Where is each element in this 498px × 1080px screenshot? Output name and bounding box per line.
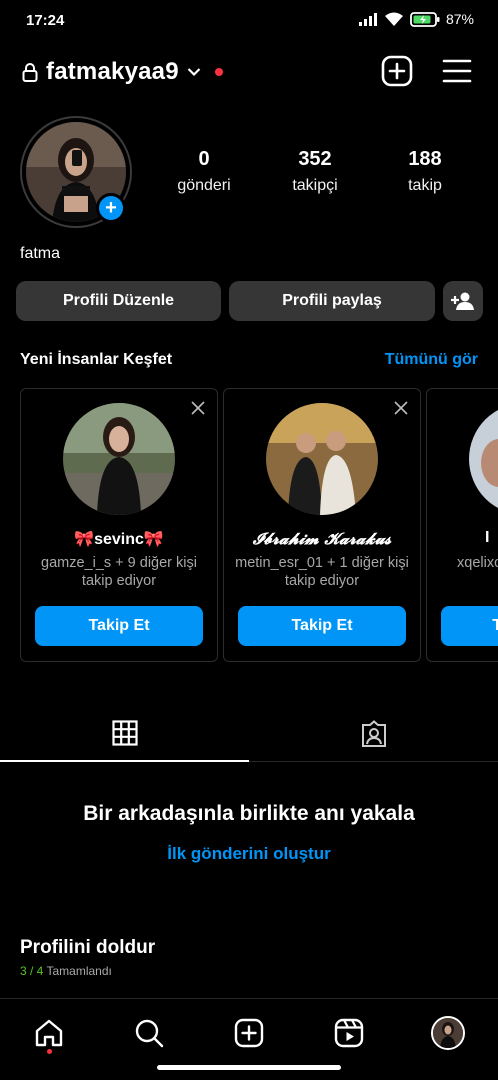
suggestion-mutuals: metin_esr_01 + 1 diğer kişi takip ediyor [235,555,409,589]
following-label: takip [408,177,442,194]
wifi-icon [384,12,403,26]
create-first-post-link[interactable]: İlk gönderini oluştur [0,844,498,864]
avatar [431,1016,465,1050]
share-profile-button[interactable]: Profili paylaş [229,281,435,321]
close-icon [191,401,205,415]
followers-count: 352 [298,148,332,170]
username: fatmakyaa9 [46,58,179,85]
followers-label: takipçi [292,177,338,194]
suggestion-mutuals: xqelixc [457,555,498,571]
status-time: 17:24 [26,12,65,29]
following-stat[interactable]: 188 takip [380,148,470,195]
suggestion-name: I [485,529,490,546]
followers-stat[interactable]: 352 takipçi [270,148,360,195]
suggestion-name: 𝓘𝓫𝓻𝓪𝓱𝓲𝓶 𝓚𝓪𝓻𝓪𝓴𝓾𝓼 [252,529,392,548]
plus-square-icon [381,55,413,87]
edit-profile-button[interactable]: Profili Düzenle [16,281,221,321]
nav-profile[interactable] [428,1013,468,1053]
lock-icon [22,63,38,82]
empty-state-title: Bir arkadaşınla birlikte anı yakala [83,802,415,825]
nav-reels[interactable] [329,1013,369,1053]
close-icon [394,401,408,415]
nav-home[interactable] [29,1013,69,1053]
suggestion-card[interactable]: 𝓘𝓫𝓻𝓪𝓱𝓲𝓶 𝓚𝓪𝓻𝓪𝓴𝓾𝓼 metin_esr_01 + 1 diğer k… [223,388,421,662]
home-notification-dot [47,1049,52,1054]
signal-icon [358,13,377,26]
battery-percent: 87% [445,11,474,27]
dismiss-suggestion-button[interactable] [394,401,408,420]
complete-profile-progress: 3 / 4 Tamamlandı [20,964,112,978]
suggestion-mutuals: gamze_i_s + 9 diğer kişi takip ediyor [41,555,197,589]
search-icon [135,1019,164,1048]
progress-count: 3 / 4 [20,964,44,978]
battery-icon [410,11,440,27]
progress-label: Tamamlandı [46,964,112,978]
reels-icon [334,1018,364,1048]
tab-tagged[interactable] [249,706,498,762]
following-count: 188 [408,148,442,170]
tagged-person-icon [361,720,386,747]
chevron-down-icon [187,68,201,77]
suggestion-card[interactable]: I xqelixc T [426,388,498,662]
suggestion-card[interactable]: 🎀sevinc🎀 gamze_i_s + 9 diğer kişi takip … [20,388,218,662]
posts-count: 0 [198,148,210,170]
status-icons: 87% [358,11,474,27]
home-icon [35,1019,63,1047]
posts-stat[interactable]: 0 gönderi [159,148,249,195]
account-switcher[interactable]: fatmakyaa9 [22,58,223,86]
dismiss-suggestion-button[interactable] [191,401,205,420]
create-button[interactable] [380,54,414,88]
see-all-link[interactable]: Tümünü gör [385,351,478,369]
nav-search[interactable] [129,1013,169,1053]
posts-label: gönderi [177,177,231,194]
suggestion-name: 🎀sevinc🎀 [74,531,164,548]
profile-header: fatmakyaa9 [0,54,498,90]
discover-title: Yeni İnsanlar Keşfet [20,351,173,368]
profile-tabs [0,706,498,762]
suggestion-avatar[interactable] [63,403,175,515]
plus-square-icon [234,1018,264,1048]
follow-button[interactable]: Takip Et [35,606,203,646]
hamburger-menu-icon [442,59,472,83]
follow-button[interactable]: Takip Et [238,606,406,646]
tab-posts-grid[interactable] [0,706,249,762]
complete-profile-title: Profilini doldur [20,937,156,958]
discover-people-button[interactable] [443,281,483,321]
suggestion-avatar[interactable] [469,403,498,515]
notification-dot [214,68,223,76]
display-name: fatma [20,245,61,262]
home-indicator [157,1065,341,1070]
nav-create[interactable] [229,1013,269,1053]
menu-button[interactable] [440,54,474,88]
add-story-button[interactable]: + [96,193,126,223]
add-person-icon [451,292,474,310]
follow-button[interactable]: T [441,606,498,646]
suggestion-avatar[interactable] [266,403,378,515]
grid-icon [111,720,138,746]
